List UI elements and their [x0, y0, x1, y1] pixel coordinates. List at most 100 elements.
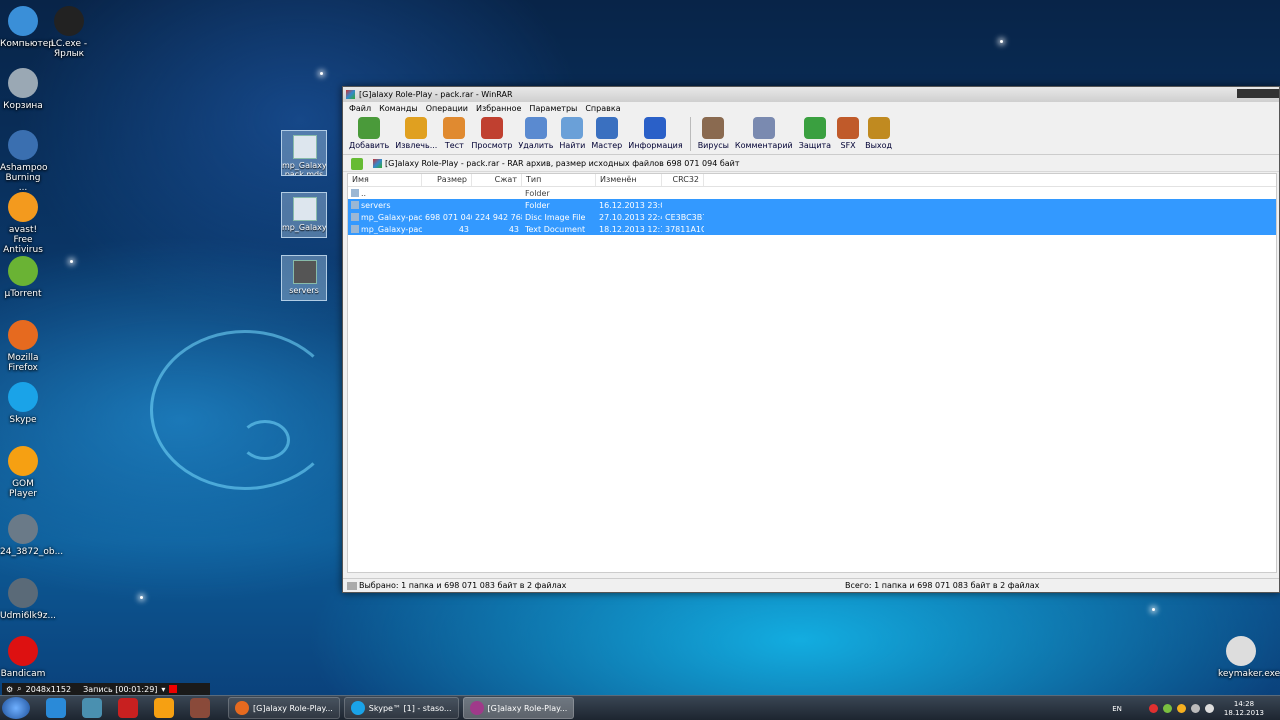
file-list[interactable]: Имя Размер Сжат Тип Изменён CRC32 .. Fold…	[347, 173, 1277, 573]
taskbar-button[interactable]: Skype™ [1] - staso...	[343, 697, 459, 719]
toolbar-button-label: Комментарий	[734, 141, 793, 150]
table-row[interactable]: .. Folder	[348, 187, 1276, 199]
delete-icon	[524, 117, 547, 139]
star-decoration	[320, 72, 323, 75]
toolbar-button[interactable]: Добавить	[347, 117, 391, 150]
toolbar-button[interactable]: Удалить	[516, 117, 555, 150]
desktop-icon[interactable]: GOM Player	[0, 446, 46, 499]
desktop-icon[interactable]: µTorrent	[0, 256, 46, 299]
task-buttons: [G]alaxy Role-Play... Skype™ [1] - staso.…	[224, 697, 575, 719]
network-icon[interactable]	[1190, 704, 1200, 713]
desktop-icon[interactable]: keymaker.exe	[1218, 636, 1280, 679]
menu-help[interactable]: Справка	[585, 104, 620, 113]
toolbar-button-label: Защита	[798, 141, 832, 150]
firefox-icon	[8, 320, 38, 350]
menu-operations[interactable]: Операции	[426, 104, 468, 113]
filezilla-icon[interactable]	[118, 698, 138, 718]
column-name[interactable]: Имя	[348, 174, 422, 186]
menu-options[interactable]: Параметры	[529, 104, 577, 113]
ie-icon[interactable]	[46, 698, 66, 718]
desktop-icon-label: Skype	[9, 415, 37, 425]
desktop-file-mds[interactable]: mp_Galaxy-pack.mds	[281, 130, 327, 176]
column-header: Имя Размер Сжат Тип Изменён CRC32	[348, 174, 1276, 187]
menu-commands[interactable]: Команды	[379, 104, 418, 113]
file-name: servers	[361, 200, 391, 210]
skype-icon	[350, 701, 365, 715]
search-icon[interactable]: ⌕	[17, 684, 21, 694]
language-indicator[interactable]: EN	[1112, 705, 1122, 713]
desktop-icon[interactable]: Mozilla Firefox	[0, 320, 46, 373]
bandicam-bar[interactable]: ⚙ ⌕ 2048x1152 Запись [00:01:29] ▾	[2, 683, 210, 695]
start-button[interactable]	[2, 697, 30, 719]
desktop-icon[interactable]: Компьютер	[0, 6, 54, 49]
monitor-icon[interactable]	[82, 698, 102, 718]
up-folder-icon[interactable]	[351, 157, 363, 170]
taskbar-button[interactable]: [G]alaxy Role-Play...	[462, 697, 575, 719]
column-crc[interactable]: CRC32	[662, 174, 704, 186]
record-icon[interactable]	[169, 685, 178, 693]
desktop-icon[interactable]: Udmi6lk9z...	[0, 578, 56, 621]
text-file-icon	[293, 197, 317, 221]
toolbar-button[interactable]: Выход	[863, 117, 894, 150]
desktop-icon[interactable]: Bandicam	[0, 636, 46, 679]
volume-icon[interactable]	[1204, 704, 1214, 713]
toolbar-button[interactable]: Тест	[441, 117, 467, 150]
gom-tray-icon[interactable]	[1176, 704, 1186, 713]
find-icon	[561, 117, 584, 139]
desktop-icon-label: Ashampoo Burning ...	[0, 163, 48, 193]
table-row[interactable]: servers Folder 16.12.2013 23:05	[348, 199, 1276, 211]
minecraft-icon[interactable]	[190, 698, 210, 718]
table-row[interactable]: mp_Galaxy-pack...698 071 040224 942 768D…	[348, 211, 1276, 223]
desktop-icon[interactable]: avast! Free Antivirus	[0, 192, 46, 255]
column-type[interactable]: Тип	[522, 174, 596, 186]
toolbar-button[interactable]: SFX	[835, 117, 861, 150]
table-row[interactable]: mp_Galaxy-pack... 43 43 Text Document 18.12.…	[348, 223, 1276, 235]
toolbar-button[interactable]: Вирусы	[696, 117, 731, 150]
toolbar-button[interactable]: Найти	[557, 117, 587, 150]
menu-favorites[interactable]: Избранное	[476, 104, 521, 113]
toolbar-button[interactable]: Мастер	[589, 117, 624, 150]
status-tray-icon[interactable]	[1162, 704, 1172, 713]
ashampoo-icon	[8, 130, 38, 160]
window-titlebar[interactable]: [G]alaxy Role-Play - pack.rar - WinRAR	[343, 87, 1279, 102]
desktop-icon[interactable]: Skype	[0, 382, 46, 425]
taskbar-button[interactable]: [G]alaxy Role-Play...	[228, 697, 340, 719]
bandicam-recording: Запись [00:01:29]	[83, 684, 158, 694]
gear-icon[interactable]: ⚙	[6, 685, 13, 694]
toolbar-button[interactable]: Извлечь...	[393, 117, 439, 150]
desktop-icon-label: 24_3872_ob...	[0, 547, 64, 557]
window-title: [G]alaxy Role-Play - pack.rar - WinRAR	[359, 90, 513, 99]
desktop-icon[interactable]: Ashampoo Burning ...	[0, 130, 48, 193]
clock[interactable]: 14:28 18.12.2013	[1224, 700, 1264, 718]
swirl-decoration	[150, 330, 340, 490]
exit-icon	[867, 117, 890, 139]
chevron-down-icon[interactable]: ▾	[161, 685, 165, 694]
menu-file[interactable]: Файл	[349, 104, 371, 113]
toolbar-button[interactable]: Защита	[797, 117, 833, 150]
toolbar-button[interactable]: Комментарий	[733, 117, 795, 150]
column-size[interactable]: Размер	[422, 174, 472, 186]
toolbar-button-label: Информация	[628, 141, 683, 150]
desktop-icon-label: Mozilla Firefox	[7, 353, 39, 373]
column-modified[interactable]: Изменён	[596, 174, 662, 186]
record-tray-icon[interactable]	[1148, 704, 1158, 713]
desktop-icon-label: GOM Player	[8, 479, 37, 499]
toolbar-button[interactable]: Просмотр	[469, 117, 514, 150]
column-packed[interactable]: Сжат	[472, 174, 522, 186]
window-controls[interactable]	[1237, 89, 1279, 98]
toolbar: Добавить Извлечь... Тест Просмотр Удалить Най…	[343, 115, 1279, 155]
gom-player-icon[interactable]	[154, 698, 174, 718]
star-decoration	[1000, 40, 1003, 43]
desktop-icon[interactable]: LC.exe - Ярлык	[46, 6, 92, 59]
desktop-icon[interactable]: 24_3872_ob...	[0, 514, 64, 557]
winrar-icon	[469, 701, 484, 715]
info-icon	[644, 117, 667, 139]
star-decoration	[1152, 608, 1155, 611]
desktop-file-servers[interactable]: servers	[281, 255, 327, 301]
desktop-file-txt[interactable]: mp_Galaxy...	[281, 192, 327, 238]
toolbar-button-label: Вирусы	[697, 141, 729, 150]
cell-name: mp_Galaxy-pack...	[348, 225, 422, 234]
winrar-window[interactable]: [G]alaxy Role-Play - pack.rar - WinRAR Ф…	[342, 86, 1280, 593]
desktop-icon[interactable]: Корзина	[0, 68, 46, 111]
toolbar-button[interactable]: Информация	[626, 117, 684, 150]
